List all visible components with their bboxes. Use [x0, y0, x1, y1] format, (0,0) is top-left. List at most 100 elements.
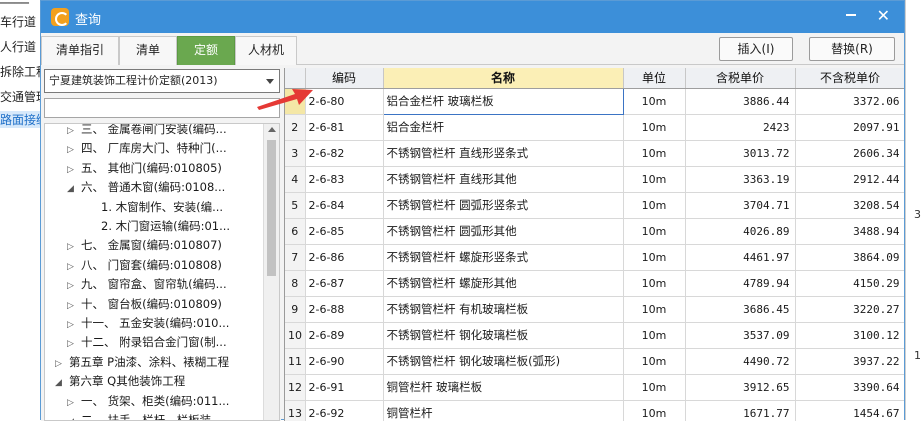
expanded-arrow-icon[interactable]: ◢: [55, 374, 65, 393]
header-tax-price[interactable]: 含税单价: [685, 68, 796, 89]
tree-node[interactable]: ▷ 十一、 五金安装(编码:010...: [67, 314, 229, 333]
unit-cell[interactable]: 10m: [623, 192, 686, 219]
tree-scrollbar[interactable]: [263, 124, 279, 420]
name-cell[interactable]: 不锈钢管栏杆 有机玻璃栏板: [383, 296, 624, 323]
collapsed-arrow-icon[interactable]: ▷: [67, 124, 77, 141]
tree-node[interactable]: ▷ 五、 其他门(编码:010805): [67, 159, 222, 178]
tax-price-cell[interactable]: 3886.44: [685, 88, 796, 115]
table-row[interactable]: 2-6-80 铝合金栏杆 玻璃栏板 10m 3886.44 3372.06: [285, 87, 904, 115]
tree-node[interactable]: ▷ 七、 金属窗(编码:010807): [67, 236, 222, 255]
close-icon[interactable]: ✕: [877, 8, 890, 24]
unit-cell[interactable]: 10m: [623, 374, 686, 401]
table-row[interactable]: 10 2-6-89 不锈钢管栏杆 钢化玻璃栏板 10m 3537.09 3100.12: [285, 322, 904, 349]
row-number-cell[interactable]: 11: [285, 348, 306, 375]
tree-node[interactable]: ▷ 九、 窗帘盒、窗帘轨(编码...: [67, 275, 227, 294]
tax-price-cell[interactable]: 4490.72: [685, 348, 796, 375]
unit-cell[interactable]: 10m: [623, 400, 686, 421]
unit-cell[interactable]: 10m: [623, 88, 686, 115]
notax-price-cell[interactable]: 3390.64: [795, 374, 904, 401]
name-cell[interactable]: 铝合金栏杆: [383, 114, 624, 141]
name-cell[interactable]: 铝合金栏杆 玻璃栏板: [382, 87, 624, 115]
unit-cell[interactable]: 10m: [623, 218, 686, 245]
name-cell[interactable]: 不锈钢管栏杆 螺旋形其他: [383, 270, 624, 297]
table-row[interactable]: 9 2-6-88 不锈钢管栏杆 有机玻璃栏板 10m 3686.45 3220.27: [285, 296, 904, 323]
name-cell[interactable]: 不锈钢管栏杆 直线形其他: [383, 166, 624, 193]
header-name[interactable]: 名称: [383, 68, 624, 89]
collapsed-arrow-icon[interactable]: ▷: [67, 141, 77, 160]
tree-node[interactable]: ▷ 四、 厂库房大门、特种门(...: [67, 139, 227, 158]
collapsed-arrow-icon[interactable]: ▷: [67, 277, 77, 296]
table-row[interactable]: 2 2-6-81 铝合金栏杆 10m 2423 2097.91: [285, 114, 904, 141]
scroll-up-icon[interactable]: [268, 127, 276, 132]
row-number-cell[interactable]: 10: [285, 322, 306, 349]
tab-bill-guide[interactable]: 清单指引: [41, 36, 119, 65]
notax-price-cell[interactable]: 1454.67: [795, 400, 904, 421]
row-number-cell[interactable]: 7: [285, 244, 306, 271]
tax-price-cell[interactable]: 3537.09: [685, 322, 796, 349]
tax-price-cell[interactable]: 3686.45: [685, 296, 796, 323]
notax-price-cell[interactable]: 2912.44: [795, 166, 904, 193]
unit-cell[interactable]: 10m: [623, 166, 686, 193]
collapsed-arrow-icon[interactable]: ▷: [67, 316, 77, 335]
table-row[interactable]: 3 2-6-82 不锈钢管栏杆 直线形竖条式 10m 3013.72 2606.34: [285, 140, 904, 167]
name-cell[interactable]: 不锈钢管栏杆 直线形竖条式: [383, 140, 624, 167]
header-code[interactable]: 编码: [305, 68, 384, 89]
tree-node[interactable]: ▷ 三、 金属卷闸门安装(编码...: [67, 124, 227, 141]
tab-labor-material-machine[interactable]: 人材机: [235, 36, 297, 65]
row-number-cell[interactable]: 3: [285, 140, 306, 167]
unit-cell[interactable]: 10m: [623, 270, 686, 297]
notax-price-cell[interactable]: 4150.29: [795, 270, 904, 297]
code-cell[interactable]: 2-6-89: [305, 322, 384, 349]
name-cell[interactable]: 不锈钢管栏杆 钢化玻璃栏板(弧形): [383, 348, 624, 375]
code-cell[interactable]: 2-6-82: [305, 140, 384, 167]
header-unit[interactable]: 单位: [623, 68, 686, 89]
tab-quota[interactable]: 定额: [177, 36, 235, 65]
collapsed-arrow-icon[interactable]: ▷: [67, 161, 77, 180]
code-cell[interactable]: 2-6-81: [305, 114, 384, 141]
table-row[interactable]: 4 2-6-83 不锈钢管栏杆 直线形其他 10m 3363.19 2912.44: [285, 166, 904, 193]
row-number-cell[interactable]: 4: [285, 166, 306, 193]
expanded-arrow-icon[interactable]: ◢: [67, 180, 77, 199]
tax-price-cell[interactable]: 1671.77: [685, 400, 796, 421]
notax-price-cell[interactable]: 2097.91: [795, 114, 904, 141]
notax-price-cell[interactable]: 3208.54: [795, 192, 904, 219]
table-row[interactable]: 6 2-6-85 不锈钢管栏杆 圆弧形其他 10m 4026.89 3488.94: [285, 218, 904, 245]
tree-node[interactable]: ◢ 第六章 Q其他装饰工程: [55, 372, 185, 391]
scroll-thumb[interactable]: [267, 140, 276, 276]
row-number-cell[interactable]: 9: [285, 296, 306, 323]
collapsed-arrow-icon[interactable]: ▷: [67, 297, 77, 316]
tax-price-cell[interactable]: 3704.71: [685, 192, 796, 219]
row-number-cell[interactable]: 6: [285, 218, 306, 245]
code-cell[interactable]: 2-6-85: [305, 218, 384, 245]
unit-cell[interactable]: 10m: [623, 322, 686, 349]
code-cell[interactable]: 2-6-83: [305, 166, 384, 193]
tax-price-cell[interactable]: 4461.97: [685, 244, 796, 271]
collapsed-arrow-icon[interactable]: ▷: [67, 394, 77, 413]
tree-node[interactable]: ▷ 十二、 附录铝合金门窗(制...: [67, 333, 227, 352]
tree-node[interactable]: ▷ 十、 窗台板(编码:010809): [67, 295, 222, 314]
tax-price-cell[interactable]: 2423: [685, 114, 796, 141]
row-number-cell[interactable]: 8: [285, 270, 306, 297]
row-number-cell[interactable]: 2: [285, 114, 306, 141]
tax-price-cell[interactable]: 4789.94: [685, 270, 796, 297]
notax-price-cell[interactable]: 3100.12: [795, 322, 904, 349]
name-cell[interactable]: 不锈钢管栏杆 螺旋形竖条式: [383, 244, 624, 271]
collapsed-arrow-icon[interactable]: ▷: [67, 238, 77, 257]
name-cell[interactable]: 不锈钢管栏杆 圆弧形竖条式: [383, 192, 624, 219]
table-row[interactable]: 8 2-6-87 不锈钢管栏杆 螺旋形其他 10m 4789.94 4150.29: [285, 270, 904, 297]
code-cell[interactable]: 2-6-87: [305, 270, 384, 297]
notax-price-cell[interactable]: 3372.06: [795, 88, 904, 115]
name-cell[interactable]: 不锈钢管栏杆 钢化玻璃栏板: [383, 322, 624, 349]
code-cell[interactable]: 2-6-92: [305, 400, 384, 421]
tree-node[interactable]: ▷ 一、 货架、柜类(编码:011...: [67, 392, 229, 411]
unit-cell[interactable]: 10m: [623, 140, 686, 167]
tab-bill[interactable]: 清单: [119, 36, 177, 65]
table-row[interactable]: 12 2-6-91 铜管栏杆 玻璃栏板 10m 3912.65 3390.64: [285, 374, 904, 401]
collapsed-arrow-icon[interactable]: ▷: [67, 335, 77, 354]
quota-library-select[interactable]: 宁夏建筑装饰工程计价定额(2013): [44, 69, 280, 93]
table-row[interactable]: 13 2-6-92 铜管栏杆 10m 1671.77 1454.67: [285, 400, 904, 421]
notax-price-cell[interactable]: 3864.09: [795, 244, 904, 271]
table-row[interactable]: 11 2-6-90 不锈钢管栏杆 钢化玻璃栏板(弧形) 10m 4490.72 3937.…: [285, 348, 904, 375]
code-cell[interactable]: 2-6-91: [305, 374, 384, 401]
row-number-cell[interactable]: 5: [285, 192, 306, 219]
